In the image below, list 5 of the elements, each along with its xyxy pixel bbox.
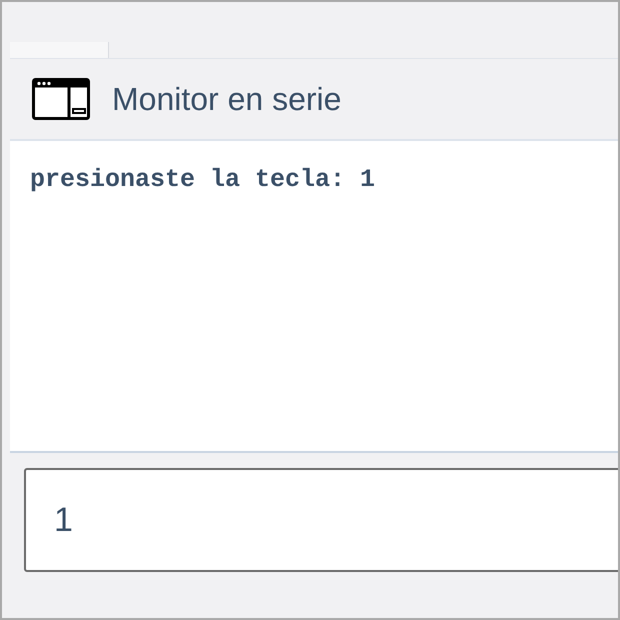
- window-icon: [32, 78, 90, 120]
- panel-title: Monitor en serie: [112, 80, 342, 118]
- output-line: presionaste la tecla: 1: [30, 165, 376, 194]
- tab[interactable]: [10, 42, 109, 58]
- input-field[interactable]: 1: [24, 468, 618, 572]
